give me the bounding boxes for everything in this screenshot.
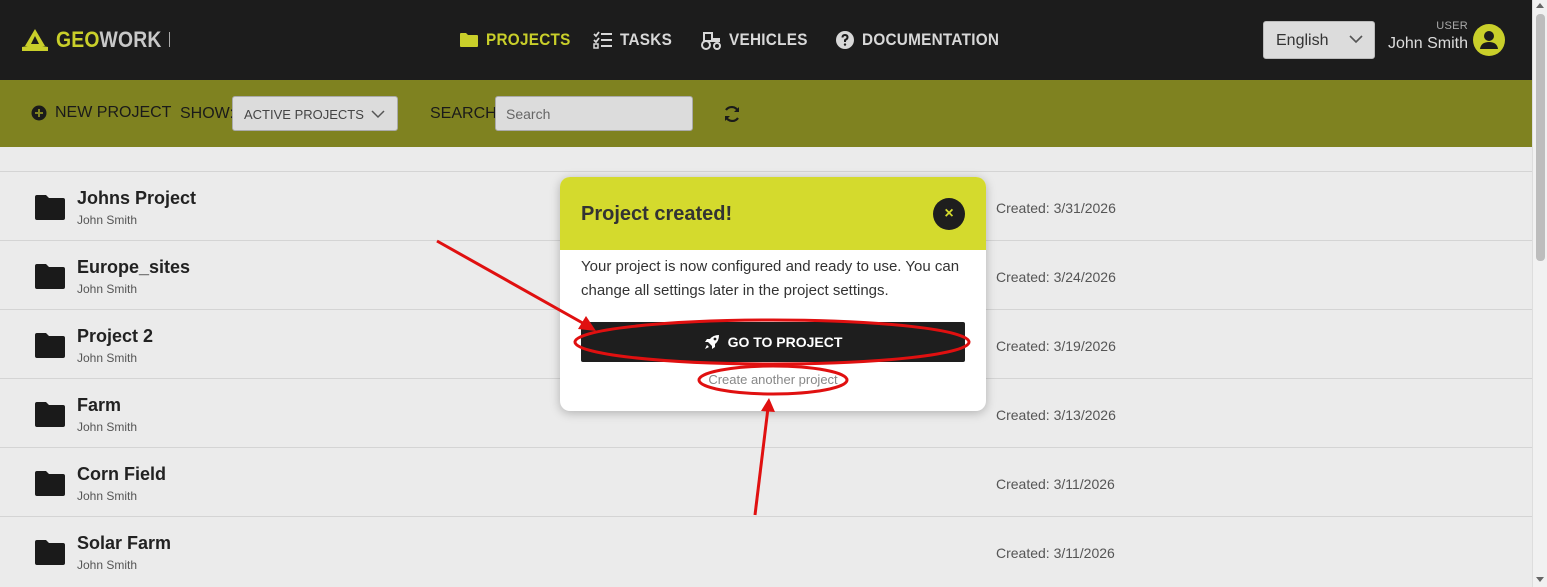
avatar[interactable] — [1473, 24, 1505, 56]
close-button[interactable]: × — [933, 198, 965, 230]
tractor-icon — [701, 32, 721, 50]
scroll-up-arrow-icon[interactable] — [1536, 3, 1544, 8]
help-circle-icon — [836, 31, 854, 49]
project-owner: John Smith — [77, 213, 138, 227]
nav-item-tasks[interactable]: TASKS — [593, 28, 678, 52]
nav-label: TASKS — [620, 30, 673, 49]
project-name: Europe_sites — [77, 257, 191, 277]
user-name: John Smith — [1387, 35, 1468, 52]
folder-icon — [35, 333, 65, 358]
project-name: Farm — [77, 395, 122, 415]
project-owner: John Smith — [77, 420, 138, 434]
project-name: Corn Field — [77, 464, 166, 484]
plus-circle-icon — [31, 105, 47, 121]
chevron-down-icon — [1349, 35, 1363, 44]
project-row[interactable]: Solar Farm John Smith Created: 3/11/2026 — [0, 516, 1532, 585]
project-created-date: Created: 3/31/2026 — [996, 200, 1116, 216]
brand-logo[interactable]: GEOWORK — [20, 26, 176, 54]
logo-divider — [169, 32, 170, 47]
nav-label: PROJECTS — [486, 30, 571, 49]
nav-item-projects[interactable]: PROJECTS — [459, 28, 580, 52]
search-label: SEARCH: — [430, 105, 502, 122]
dialog-title: Project created! — [581, 203, 733, 225]
geowork-logo-icon — [22, 29, 48, 51]
project-created-date: Created: 3/11/2026 — [996, 476, 1115, 492]
project-created-date: Created: 3/11/2026 — [996, 545, 1115, 561]
top-navbar: GEOWORK PROJECTS TASKS VEHICLES DOCUMENT… — [0, 0, 1532, 80]
project-name: Johns Project — [77, 188, 197, 208]
project-row[interactable]: Corn Field John Smith Created: 3/11/2026 — [0, 447, 1532, 516]
folder-icon — [35, 402, 65, 427]
scroll-down-arrow-icon[interactable] — [1536, 577, 1544, 582]
refresh-icon[interactable] — [722, 104, 742, 124]
folder-icon — [35, 264, 65, 289]
show-filter-value: ACTIVE PROJECTS — [244, 107, 364, 122]
search-input[interactable] — [495, 96, 693, 131]
dialog-header: Project created! × — [560, 177, 986, 250]
nav-item-vehicles[interactable]: VEHICLES — [700, 28, 816, 52]
rocket-icon — [704, 335, 719, 349]
language-value: English — [1276, 32, 1329, 49]
checklist-icon — [593, 31, 612, 49]
project-owner: John Smith — [77, 489, 138, 503]
user-info[interactable]: USER John Smith — [1388, 20, 1468, 53]
show-filter-select[interactable]: ACTIVE PROJECTS — [232, 96, 398, 131]
projects-toolbar: NEW PROJECT SHOW: ACTIVE PROJECTS SEARCH… — [0, 80, 1532, 147]
project-owner: John Smith — [77, 282, 138, 296]
project-owner: John Smith — [77, 351, 138, 365]
nav-label: VEHICLES — [729, 30, 808, 49]
project-created-dialog: Project created! × Your project is now c… — [560, 177, 986, 411]
new-project-button[interactable]: NEW PROJECT — [31, 104, 171, 122]
brand-name: GEOWORK — [56, 27, 162, 52]
project-owner: John Smith — [77, 558, 138, 572]
create-another-project-link[interactable]: Create another project — [560, 372, 986, 387]
project-created-date: Created: 3/13/2026 — [996, 407, 1116, 423]
page-scrollbar[interactable] — [1532, 0, 1547, 587]
nav-label: DOCUMENTATION — [862, 30, 1000, 49]
go-to-project-label: GO TO PROJECT — [727, 334, 843, 350]
language-select[interactable]: English — [1263, 21, 1375, 59]
nav-item-documentation[interactable]: DOCUMENTATION — [835, 28, 1014, 52]
dialog-message: Your project is now configured and ready… — [581, 258, 960, 299]
user-role: USER — [1436, 20, 1468, 32]
show-label: SHOW: — [180, 105, 234, 122]
go-to-project-button[interactable]: GO TO PROJECT — [581, 322, 965, 362]
project-name: Project 2 — [77, 326, 154, 346]
project-created-date: Created: 3/24/2026 — [996, 269, 1116, 285]
project-created-date: Created: 3/19/2026 — [996, 338, 1116, 354]
new-project-label: NEW PROJECT — [55, 104, 172, 121]
folder-icon — [460, 33, 478, 47]
folder-icon — [35, 540, 65, 565]
folder-icon — [35, 471, 65, 496]
folder-icon — [35, 195, 65, 220]
scroll-thumb[interactable] — [1536, 14, 1545, 261]
user-icon — [1480, 31, 1498, 49]
project-name: Solar Farm — [77, 533, 172, 553]
chevron-down-icon — [371, 110, 385, 119]
